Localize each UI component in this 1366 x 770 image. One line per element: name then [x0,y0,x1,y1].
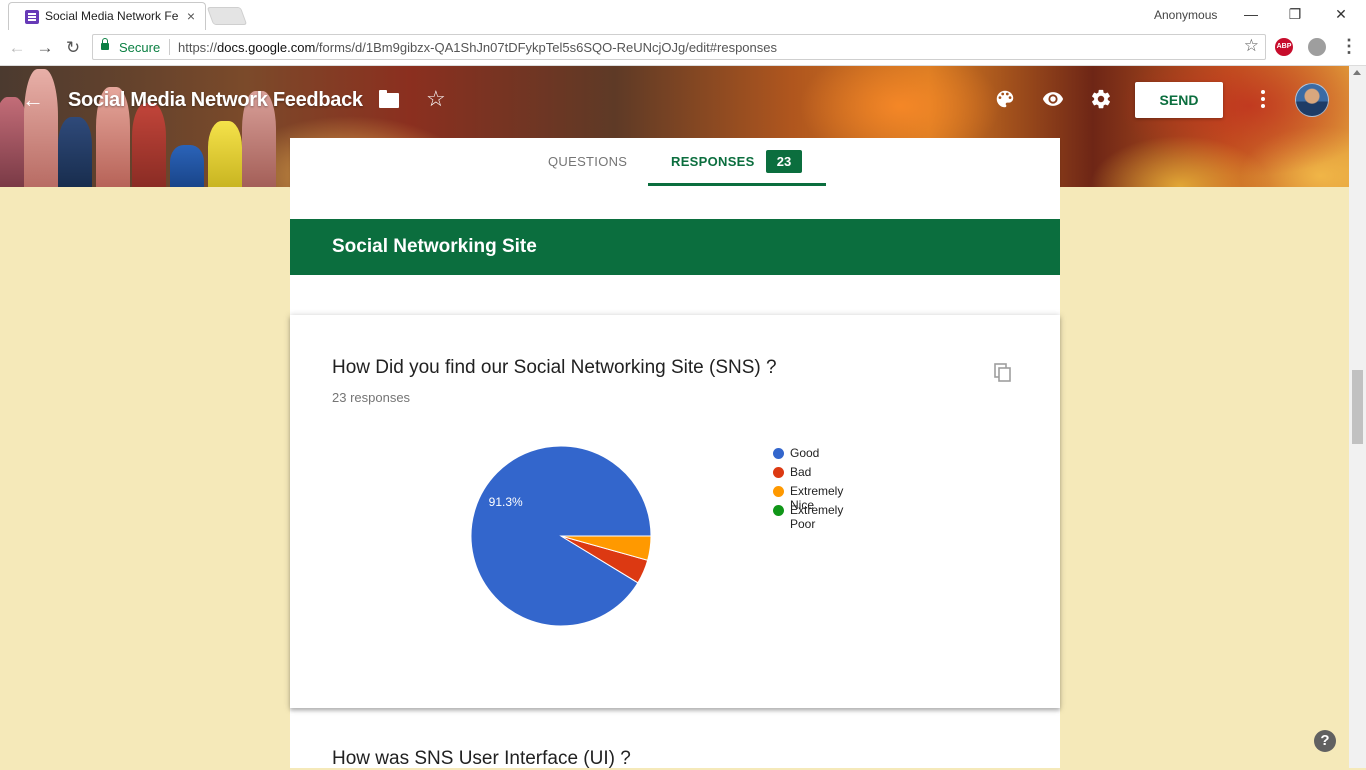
legend-swatch [773,467,784,478]
gear-icon[interactable] [1090,88,1112,110]
pie-data-label: 91.3% [489,495,523,509]
question-title: How Did you find our Social Networking S… [332,357,777,378]
help-icon[interactable]: ? [1314,730,1336,752]
browser-tabstrip: Social Media Network Fe × Anonymous — ❐ … [0,0,1366,30]
response-pie-chart: 91.3% [470,445,652,627]
question-summary-card: How Did you find our Social Networking S… [290,315,1060,708]
url-host: docs.google.com [217,40,316,55]
url-path: /forms/d/1Bm9gibzx-QA1ShJn07tDFykpTel5s6… [315,40,777,55]
tab-questions[interactable]: QUESTIONS [548,154,627,169]
responses-content: Social Networking Site How Did you find … [290,186,1060,769]
more-vert-icon[interactable] [1260,90,1266,110]
adblock-icon[interactable]: ABP [1275,38,1293,56]
response-count-text: 23 responses [332,390,411,405]
pencil-decoration [208,121,242,187]
tab-title: Social Media Network Fe [45,9,179,23]
section-title: Social Networking Site [332,236,537,257]
forms-favicon-icon [25,10,39,24]
copy-chart-icon[interactable] [994,363,1012,383]
tab-close-icon[interactable]: × [187,8,195,24]
question-title: How was SNS User Interface (UI) ? [332,748,631,769]
send-button[interactable]: SEND [1135,82,1223,118]
url-text[interactable]: https://docs.google.com/forms/d/1Bm9gibz… [178,40,777,55]
extension-icon[interactable] [1308,38,1326,56]
reload-icon[interactable]: ↻ [62,37,84,59]
avatar[interactable] [1295,83,1329,117]
tabs-card: QUESTIONS RESPONSES 23 [290,138,1060,186]
bookmark-star-icon[interactable]: ☆ [1244,36,1259,56]
palette-icon[interactable] [994,88,1016,110]
restore-button[interactable]: ❐ [1280,4,1310,24]
section-header: Social Networking Site [290,219,1060,275]
secure-label: Secure [119,40,161,55]
eye-icon[interactable] [1041,88,1064,110]
legend-label: Good [790,446,820,460]
folder-icon[interactable] [379,90,399,108]
forward-icon[interactable]: → [34,37,56,59]
arrow-back-icon[interactable]: ← [22,89,46,111]
page-scrollbar[interactable] [1349,66,1366,768]
divider [169,39,170,55]
address-bar[interactable]: Secure https://docs.google.com/forms/d/1… [92,34,1266,60]
lock-icon [101,38,109,50]
legend-swatch [773,486,784,497]
pencil-decoration [58,117,92,187]
browser-toolbar: ← → ↻ Secure https://docs.google.com/for… [0,30,1366,66]
scrollbar-thumb[interactable] [1352,370,1363,444]
close-window-button[interactable]: ✕ [1326,4,1356,24]
form-title[interactable]: Social Media Network Feedback [68,89,363,112]
legend-label: Extremely Poor [790,503,844,531]
legend-label: Bad [790,465,812,479]
browser-menu-icon[interactable]: ⋮ [1340,36,1358,57]
star-icon[interactable]: ☆ [426,86,446,112]
new-tab-button[interactable] [206,7,248,25]
pencil-decoration [132,103,166,187]
profile-name[interactable]: Anonymous [1154,8,1217,22]
tab-responses[interactable]: RESPONSES [671,154,755,169]
back-icon[interactable]: ← [6,37,28,59]
url-prefix: https:// [178,40,218,55]
browser-tab[interactable]: Social Media Network Fe × [8,2,206,30]
legend-swatch [773,505,784,516]
response-count-badge: 23 [766,150,802,173]
scroll-up-arrow-icon[interactable] [1353,70,1361,75]
pencil-decoration [170,145,204,187]
legend-swatch [773,448,784,459]
minimize-button[interactable]: — [1236,4,1266,24]
